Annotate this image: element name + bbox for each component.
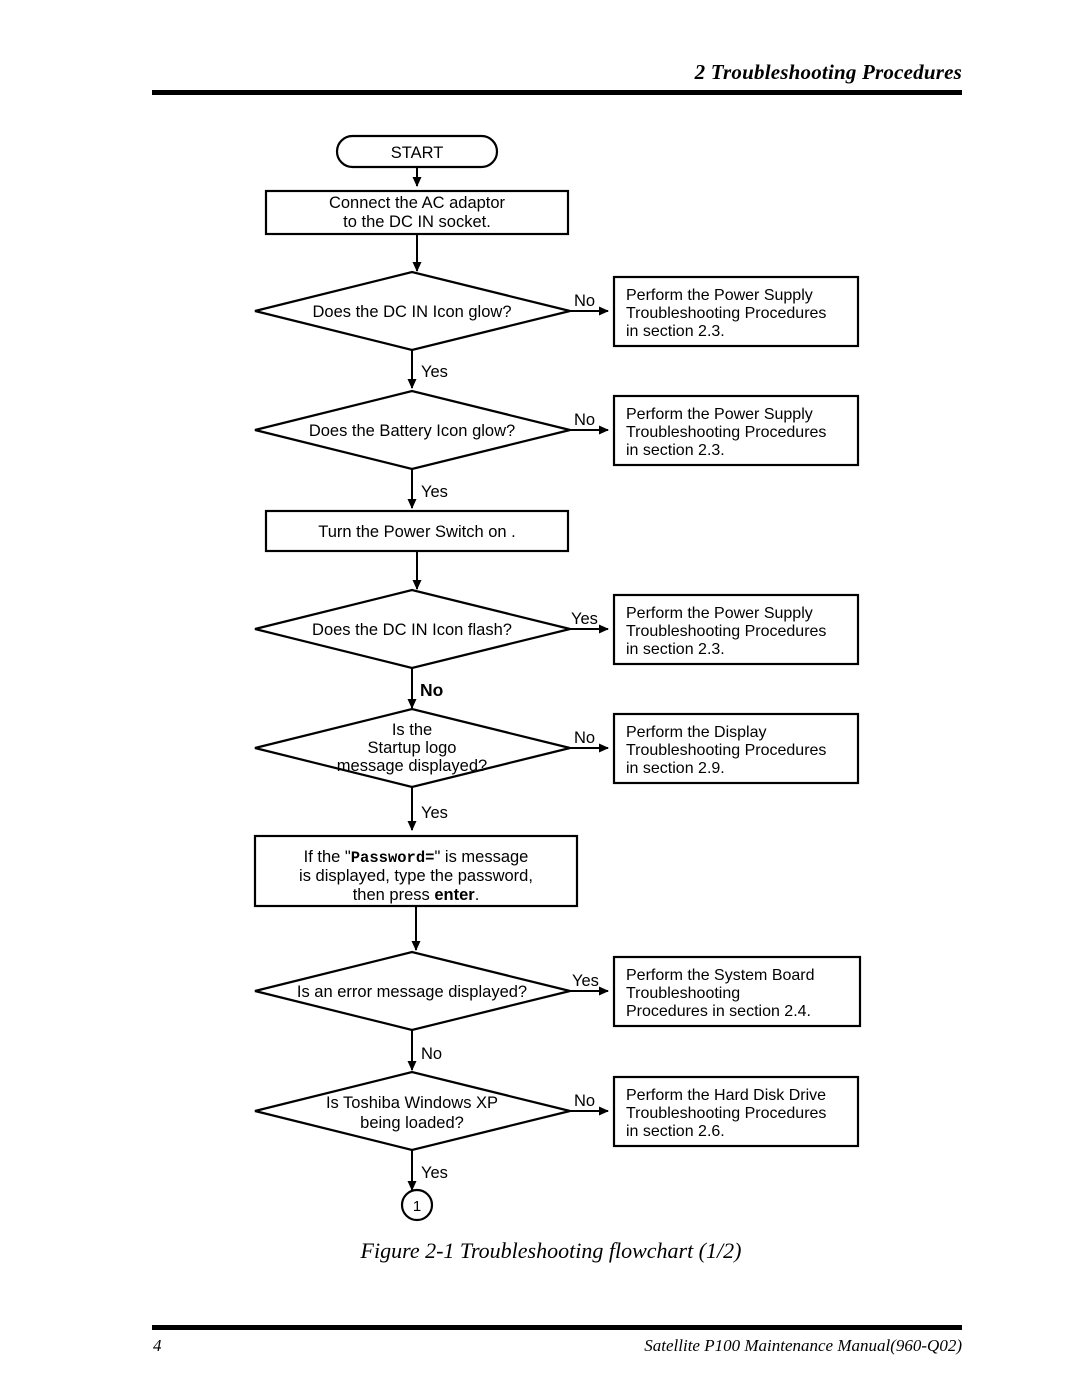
action2-line3: in section 2.3. — [626, 442, 725, 459]
decision4-line1: Is the — [392, 721, 432, 739]
decision1-branch-right-label: No — [574, 292, 595, 310]
node-action-power-supply-1: Perform the Power Supply Troubleshooting… — [612, 275, 860, 348]
node-decision-battery-glow: Does the Battery Icon glow? — [254, 389, 571, 471]
action2-line1: Perform the Power Supply — [626, 406, 813, 423]
process3-password-code: Password= — [351, 849, 435, 867]
action4-line1: Perform the Display — [626, 724, 767, 741]
action5-line3: Procedures in section 2.4. — [626, 1003, 811, 1020]
action3-line3: in section 2.3. — [626, 641, 725, 658]
decision5-branch-right-label: Yes — [572, 972, 599, 990]
node-decision-windows-xp-loading: Is Toshiba Windows XP being loaded? — [254, 1070, 571, 1152]
node-decision-error-message: Is an error message displayed? — [254, 950, 571, 1032]
decision3-branch-right-label: Yes — [571, 610, 598, 628]
action6-line1: Perform the Hard Disk Drive — [626, 1087, 826, 1104]
decision1-branch-down-label: Yes — [421, 363, 448, 381]
decision4-branch-down-label: Yes — [421, 804, 448, 822]
process3-line1-part2: " is message — [434, 848, 528, 866]
action3-line2: Troubleshooting Procedures — [626, 623, 826, 640]
node-action-display: Perform the Display Troubleshooting Proc… — [612, 712, 860, 785]
process3-line3-part1: then press — [353, 886, 435, 904]
node-connect-ac-adaptor: Connect the AC adaptor to the DC IN sock… — [264, 189, 570, 236]
decision5-label: Is an error message displayed? — [297, 983, 527, 1001]
process3-line3-part2: . — [475, 886, 480, 904]
document-page: 2 Troubleshooting Procedures START Conne… — [0, 0, 1080, 1397]
troubleshooting-flowchart: START Connect the AC adaptor to the DC I… — [253, 134, 862, 1222]
action6-line3: in section 2.6. — [626, 1123, 725, 1140]
process3-line1: If the "Password=" is message — [304, 848, 529, 867]
node-offpage-connector-1: 1 — [400, 1188, 434, 1222]
action1-line2: Troubleshooting Procedures — [626, 305, 826, 322]
action5-line2: Troubleshooting — [626, 985, 740, 1002]
decision6-line1: Is Toshiba Windows XP — [326, 1094, 498, 1112]
decision4-line2: Startup logo — [368, 739, 457, 757]
node-turn-power-switch-on: Turn the Power Switch on . — [264, 509, 570, 553]
process2-line1: Turn the Power Switch on . — [318, 523, 515, 541]
action1-line1: Perform the Power Supply — [626, 287, 813, 304]
figure-caption: Figure 2-1 Troubleshooting flowchart (1/… — [360, 1238, 742, 1263]
footer-rule — [152, 1325, 962, 1330]
action1-line3: in section 2.3. — [626, 323, 725, 340]
decision6-branch-right-label: No — [574, 1092, 595, 1110]
node-action-system-board: Perform the System Board Troubleshooting… — [612, 955, 862, 1028]
start-label: START — [391, 144, 444, 162]
decision2-branch-down-label: Yes — [421, 483, 448, 501]
decision1-label: Does the DC IN Icon glow? — [312, 303, 511, 321]
process3-line1-part1: If the " — [304, 848, 351, 866]
node-action-power-supply-3: Perform the Power Supply Troubleshooting… — [612, 593, 860, 666]
decision4-line3: message displayed? — [337, 757, 487, 775]
node-decision-dc-in-glow: Does the DC IN Icon glow? — [254, 270, 571, 352]
decision2-label: Does the Battery Icon glow? — [309, 422, 515, 440]
action5-line1: Perform the System Board — [626, 967, 815, 984]
decision5-branch-down-label: No — [421, 1045, 442, 1063]
process1-line2: to the DC IN socket. — [343, 213, 491, 231]
node-action-hard-disk-drive: Perform the Hard Disk Drive Troubleshoot… — [612, 1075, 860, 1148]
node-decision-startup-logo: Is the Startup logo message displayed? — [254, 707, 571, 789]
decision2-branch-right-label: No — [574, 411, 595, 429]
action6-line2: Troubleshooting Procedures — [626, 1105, 826, 1122]
node-decision-dc-in-flash: Does the DC IN Icon flash? — [254, 588, 571, 670]
action4-line2: Troubleshooting Procedures — [626, 742, 826, 759]
footer-page-number: 4 — [153, 1336, 162, 1355]
node-action-power-supply-2: Perform the Power Supply Troubleshooting… — [612, 394, 860, 467]
process3-enter-key: enter — [434, 886, 475, 904]
decision3-branch-down-label: No — [420, 680, 443, 700]
decision6-branch-down-label: Yes — [421, 1164, 448, 1182]
decision6-line2: being loaded? — [360, 1114, 464, 1132]
node-password-instruction: If the "Password=" is message is display… — [253, 834, 579, 908]
process3-line2: is displayed, type the password, — [299, 867, 533, 885]
node-start: START — [335, 134, 499, 169]
action2-line2: Troubleshooting Procedures — [626, 424, 826, 441]
footer-manual-title: Satellite P100 Maintenance Manual(960-Q0… — [644, 1336, 962, 1355]
process3-line3: then press enter. — [353, 886, 480, 904]
action3-line1: Perform the Power Supply — [626, 605, 813, 622]
connector-label: 1 — [413, 1198, 421, 1215]
decision4-branch-right-label: No — [574, 729, 595, 747]
decision3-label: Does the DC IN Icon flash? — [312, 621, 512, 639]
action4-line3: in section 2.9. — [626, 760, 725, 777]
process1-line1: Connect the AC adaptor — [329, 194, 506, 212]
